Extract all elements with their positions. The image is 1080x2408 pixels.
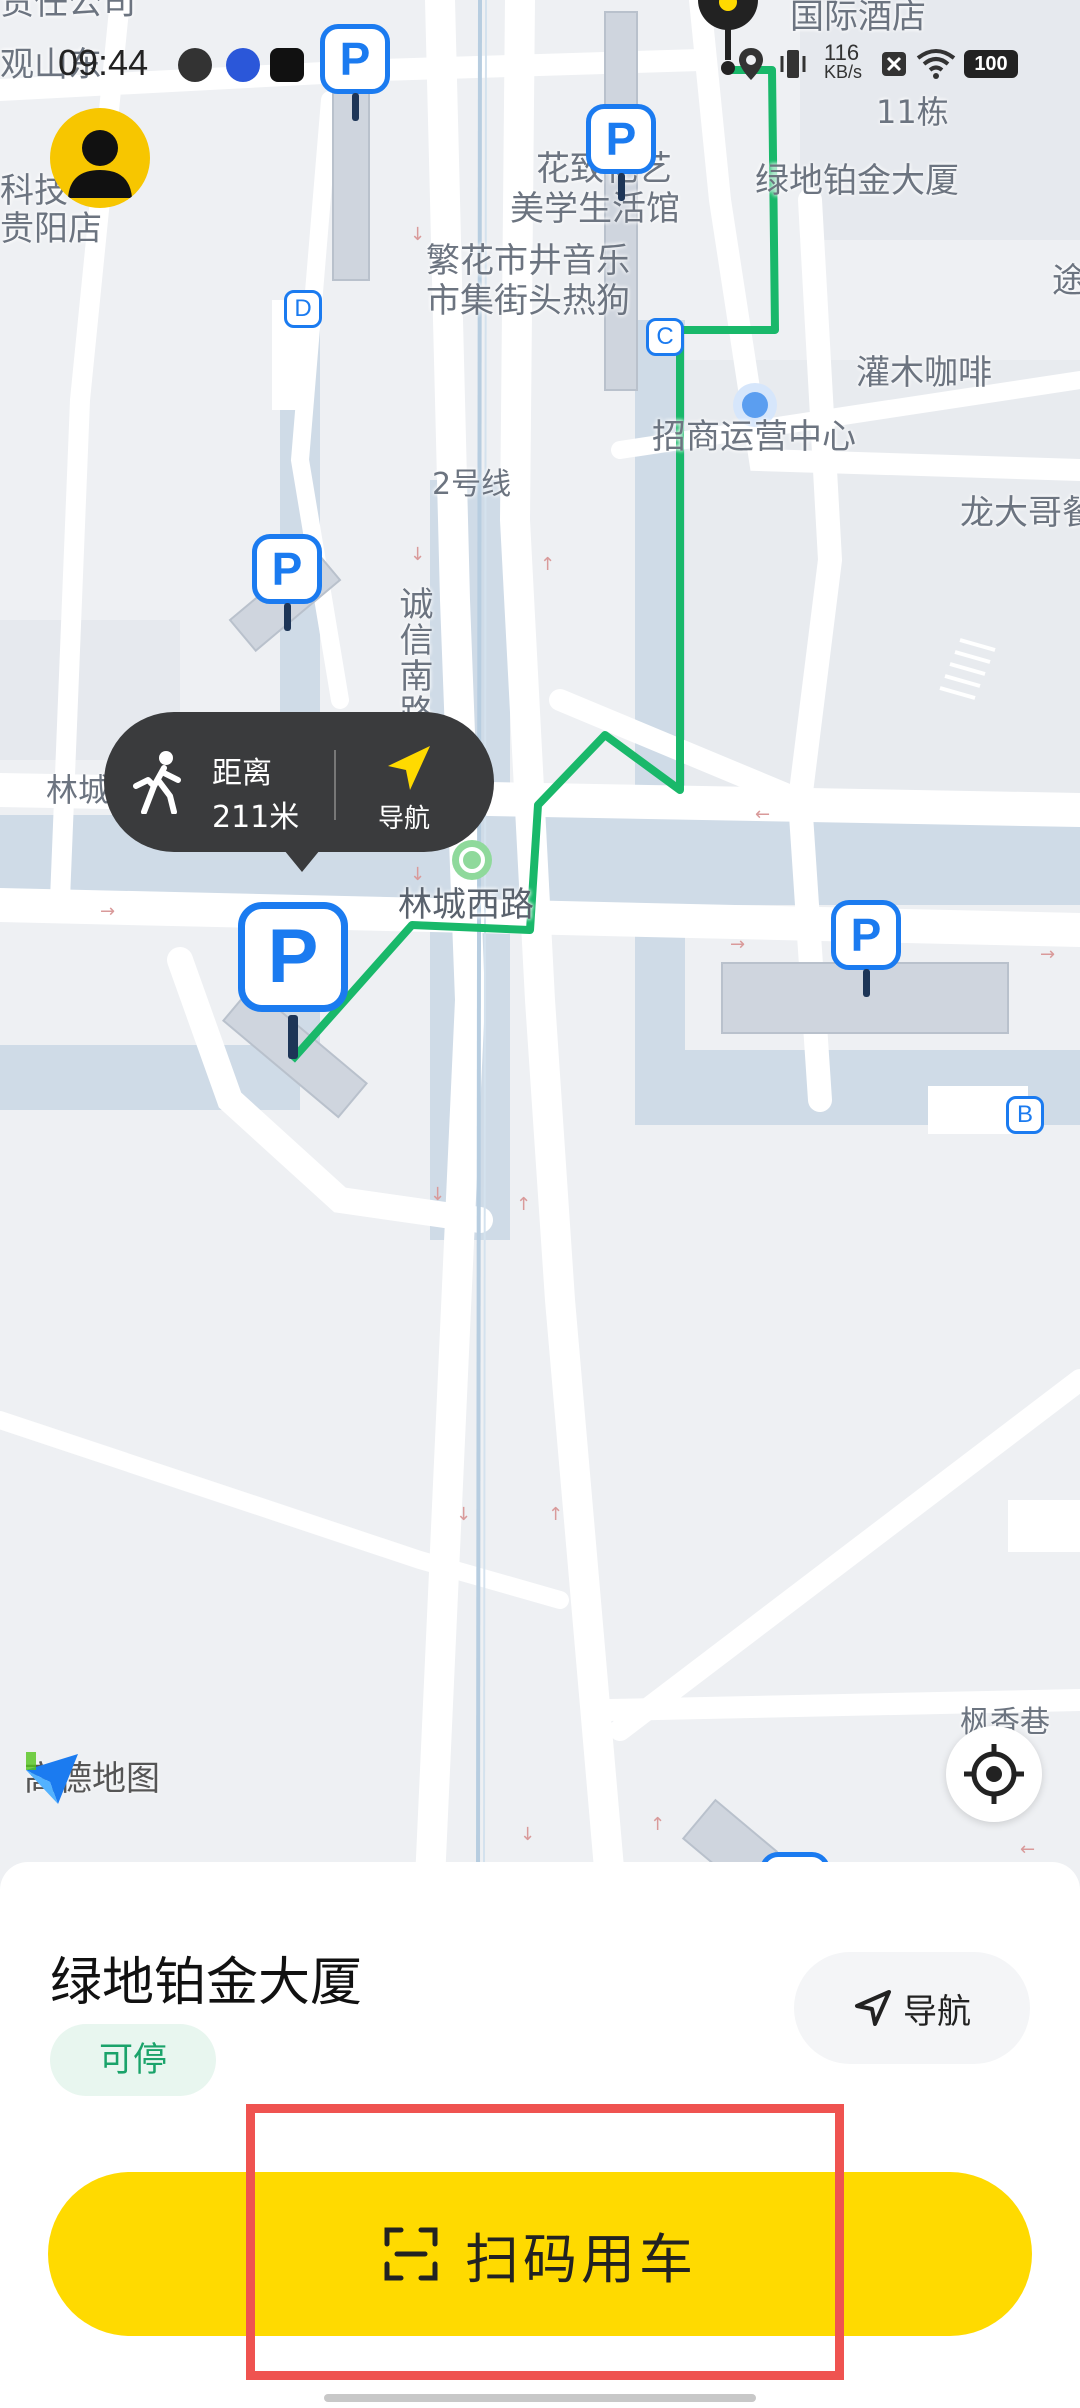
map-view[interactable]: ↓ ↓ ↑ ← → → → ↓ ↑ ↓ ↑ ↓ ↑ ← ↓ 国际酒店 11栋 绿…	[0, 0, 1080, 1880]
svg-text:↓: ↓	[456, 1504, 471, 1525]
bubble-nav-button[interactable]: 导航	[362, 738, 472, 838]
svg-text:↓: ↓	[410, 864, 425, 885]
svg-text:←: ←	[1020, 1839, 1035, 1860]
net-speed-unit: KB/s	[824, 62, 863, 82]
map-label-lvdi: 绿地铂金大厦	[755, 161, 959, 201]
svg-text:↑: ↑	[516, 1194, 531, 1215]
map-label-chengxin: 诚信南路	[393, 586, 433, 730]
status-time: 09:44	[58, 42, 149, 83]
distance-value: 211米	[212, 800, 300, 835]
navigation-arrow-icon	[855, 1990, 891, 2026]
battery-indicator: 100	[964, 50, 1018, 78]
navigation-arrow-icon	[388, 746, 430, 790]
no-sim-icon	[882, 52, 906, 76]
svg-text:↓: ↓	[430, 1184, 445, 1205]
map-label-guanmu: 灌木咖啡	[856, 353, 992, 393]
navigate-button[interactable]: 导航	[794, 1952, 1030, 2064]
svg-text:↑: ↑	[548, 1504, 563, 1525]
map-label-lincheng-west: 林城西路	[398, 885, 534, 925]
location-icon	[739, 48, 763, 80]
map-label-zhaoshang: 招商运营中心	[652, 417, 856, 457]
route-info-bubble[interactable]: 距离 211米 导航	[104, 712, 494, 872]
svg-text:↓: ↓	[410, 544, 425, 565]
map-label-fanhua-1: 繁花市井音乐	[426, 241, 630, 281]
map-label-guiyang: 贵阳店	[0, 209, 102, 249]
map-label-longda: 龙大哥餐	[960, 493, 1080, 533]
locate-me-button[interactable]	[946, 1726, 1042, 1822]
svg-text:←: ←	[755, 804, 770, 825]
status-bar: 09:44 116 KB/s 100	[0, 0, 1080, 130]
tiktok-icon	[270, 48, 304, 82]
parking-pin[interactable]: P	[831, 900, 901, 997]
entrance-d-marker[interactable]: D	[284, 290, 322, 328]
svg-text:↓: ↓	[410, 224, 425, 245]
wifi-icon	[916, 49, 956, 79]
map-label-meixue: 美学生活馆	[510, 189, 680, 229]
entrance-b-marker[interactable]: B	[1006, 1096, 1044, 1134]
parking-pin[interactable]: P	[252, 534, 322, 631]
home-indicator[interactable]	[324, 2394, 756, 2402]
place-name: 绿地铂金大厦	[50, 1954, 363, 2012]
app-notification-icon	[178, 48, 212, 82]
svg-text:→: →	[1040, 944, 1055, 965]
user-avatar-button[interactable]	[50, 108, 150, 208]
distance-label: 距离	[212, 756, 272, 791]
map-label-tu: 途	[1052, 261, 1080, 301]
amap-logo: 高德地图	[24, 1750, 160, 1804]
navigate-button-label: 导航	[903, 1991, 971, 2032]
app-notification-icon	[226, 48, 260, 82]
entrance-c-marker[interactable]: C	[646, 318, 684, 356]
map-label-fanhua-2: 市集街头热狗	[426, 281, 630, 321]
walk-icon	[133, 751, 181, 814]
svg-text:↓: ↓	[520, 1824, 535, 1845]
svg-text:↑: ↑	[540, 554, 555, 575]
divider	[334, 750, 336, 820]
parking-pin-selected[interactable]: P	[238, 902, 348, 1059]
highlight-box	[246, 2104, 844, 2380]
bubble-nav-label: 导航	[378, 804, 431, 834]
map-label-line-2: 2号线	[432, 467, 512, 502]
svg-text:→: →	[100, 901, 115, 922]
parking-status-badge: 可停	[50, 2024, 216, 2096]
svg-text:↑: ↑	[650, 1814, 665, 1835]
avatar-icon	[68, 130, 132, 198]
svg-text:→: →	[730, 934, 745, 955]
amap-logo-icon	[26, 1752, 78, 1804]
vibrate-icon	[780, 50, 806, 78]
crosshair-icon	[964, 1744, 1024, 1804]
